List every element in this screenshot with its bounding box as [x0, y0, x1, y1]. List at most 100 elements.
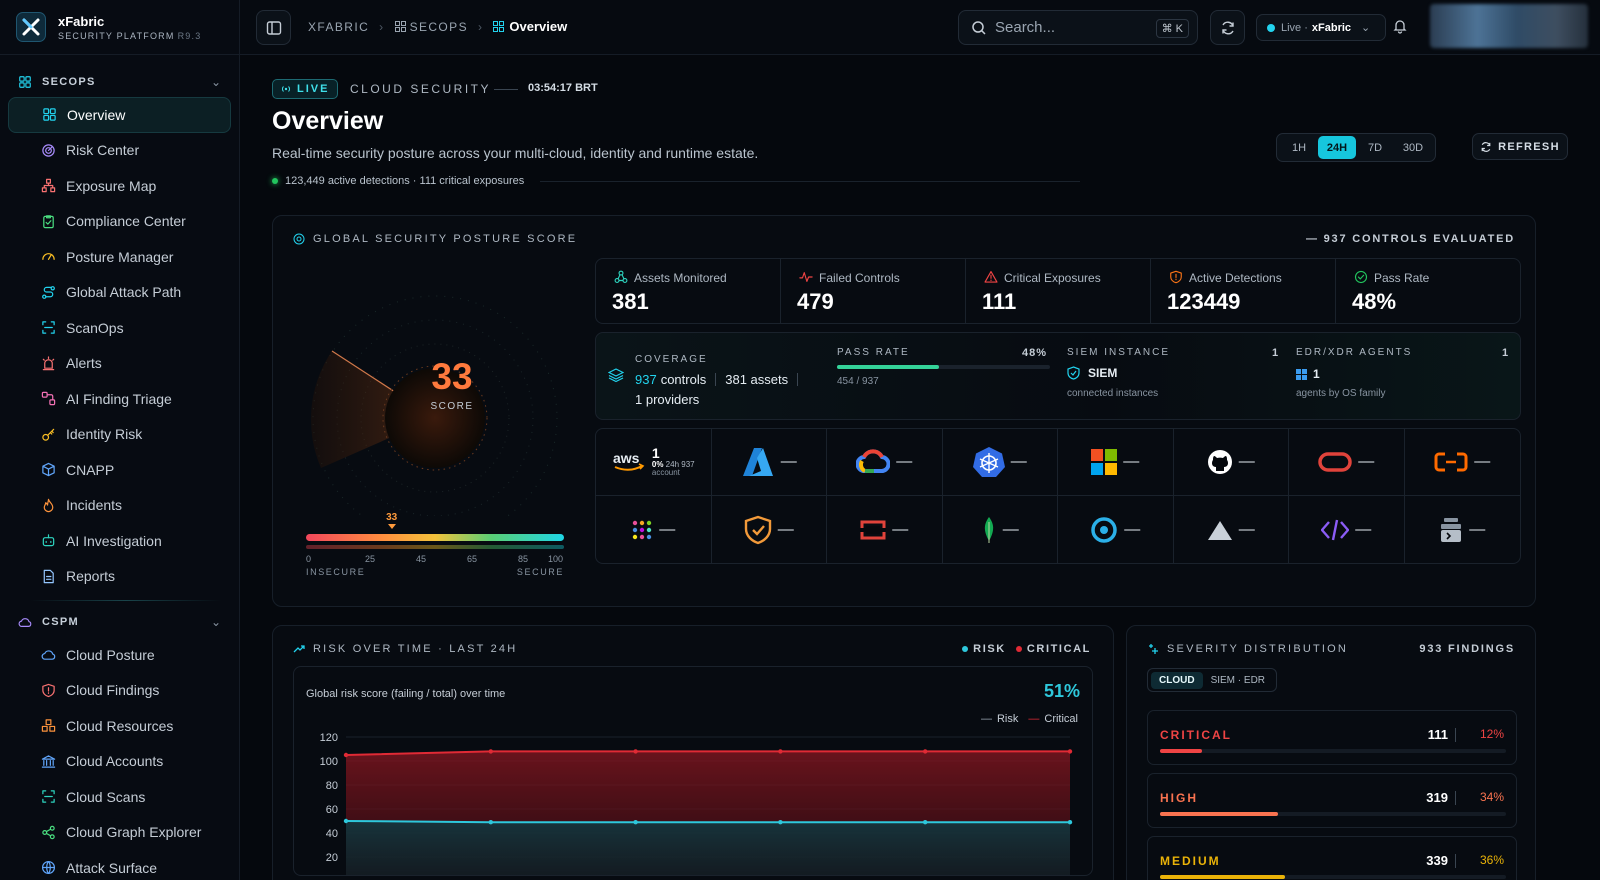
divider	[1455, 791, 1456, 805]
provider-github[interactable]: —	[1173, 429, 1289, 496]
provider-alibaba[interactable]: —	[1404, 429, 1520, 496]
sidebar-item-cloud-graph-explorer[interactable]: Cloud Graph Explorer	[0, 815, 239, 851]
sidebar-item-cloud-posture[interactable]: Cloud Posture	[0, 637, 239, 673]
stat-card-failed-controls[interactable]: Failed Controls 479	[781, 259, 966, 323]
posture-panel: GLOBAL SECURITY POSTURE SCORE — 937 CONT…	[272, 215, 1536, 607]
grid-icon	[18, 75, 32, 89]
severity-pct: 36%	[1479, 853, 1504, 867]
provider-mongodb[interactable]: —	[943, 496, 1058, 563]
network-icon	[40, 178, 56, 194]
y-tick-label: 20	[326, 852, 338, 864]
sidebar-item-global-attack-path[interactable]: Global Attack Path	[0, 275, 239, 311]
sidebar-item-cloud-scans[interactable]: Cloud Scans	[0, 779, 239, 815]
sidebar-item-cloud-findings[interactable]: Cloud Findings	[0, 673, 239, 709]
provider-dots[interactable]: —	[596, 496, 712, 563]
sidebar-item-attack-surface[interactable]: Attack Surface	[0, 850, 239, 880]
severity-row-medium[interactable]: MEDIUM 339 36%	[1147, 836, 1517, 880]
check-circle-icon	[1354, 270, 1368, 284]
y-tick-label: 60	[326, 804, 338, 816]
severity-track	[1160, 812, 1506, 816]
severity-row-high[interactable]: HIGH 319 34%	[1147, 773, 1517, 828]
sidebar-item-risk-center[interactable]: Risk Center	[0, 133, 239, 169]
aws-unit: account	[651, 468, 680, 478]
provider-code[interactable]: —	[1289, 496, 1405, 563]
sidebar-item-cnapp[interactable]: CNAPP	[0, 452, 239, 488]
provider-terminal[interactable]: —	[1405, 496, 1521, 563]
search-input[interactable]: Search... ⌘ K	[958, 10, 1198, 45]
provider-ibm[interactable]: —	[827, 496, 943, 563]
user-avatar[interactable]	[1430, 4, 1588, 48]
nav-section-label: CSPM	[42, 616, 79, 628]
breadcrumb-xfabric[interactable]: XFABRIC	[308, 20, 369, 34]
provider-kubernetes[interactable]: —	[942, 429, 1058, 496]
provider-dash: —	[1358, 453, 1375, 470]
provider-dash: —	[659, 520, 676, 538]
sidebar-item-label: Compliance Center	[66, 213, 186, 230]
refresh-button[interactable]: REFRESH	[1472, 133, 1568, 160]
microsoft-icon	[1091, 449, 1118, 475]
sidebar-item-scanops[interactable]: ScanOps	[0, 310, 239, 346]
sidebar-item-identity-risk[interactable]: Identity Risk	[0, 417, 239, 453]
risk-point	[1067, 820, 1073, 825]
brand[interactable]: xFabric SECURITY PLATFORM R9.3	[0, 0, 239, 55]
range-1h[interactable]: 1H	[1280, 136, 1318, 159]
sidebar-toggle-button[interactable]	[256, 10, 291, 45]
y-tick-label: 80	[326, 780, 338, 792]
risk-chart-card: Global risk score (failing / total) over…	[293, 666, 1093, 876]
tab-siem-edr[interactable]: SIEM · EDR	[1203, 672, 1273, 689]
severity-name: HIGH	[1160, 791, 1198, 805]
sidebar-item-label: Attack Surface	[66, 859, 158, 876]
nodes-icon	[614, 270, 628, 284]
provider-azure[interactable]: —	[711, 429, 827, 496]
provider-gcp[interactable]: —	[827, 429, 943, 496]
tab-cloud[interactable]: CLOUD	[1151, 671, 1203, 689]
sidebar-item-cloud-accounts[interactable]: Cloud Accounts	[0, 744, 239, 780]
breadcrumb-current: Overview	[509, 19, 568, 34]
stat-card-pass-rate[interactable]: Pass Rate 48%	[1336, 259, 1520, 323]
provider-target[interactable]: —	[1058, 496, 1174, 563]
shield-badge-icon	[744, 515, 772, 545]
breadcrumb-secops[interactable]: SECOPS	[410, 20, 468, 34]
stat-card-assets-monitored[interactable]: Assets Monitored 381	[596, 259, 781, 323]
status-dot	[272, 178, 278, 184]
workflow-icon	[40, 391, 56, 407]
sidebar-item-compliance-center[interactable]: Compliance Center	[0, 204, 239, 240]
provider-vercel[interactable]: —	[1174, 496, 1289, 563]
tenant-selector[interactable]: Live · xFabric ⌄	[1256, 14, 1386, 41]
divider	[540, 181, 1080, 182]
nav-section-secops[interactable]: SECOPS ⌄	[0, 67, 239, 97]
breadcrumb: XFABRIC › SECOPS › Overview	[308, 19, 567, 34]
provider-aws[interactable]: aws 1 0% 24h 937 account	[596, 429, 712, 496]
severity-pct: 34%	[1479, 790, 1504, 804]
severity-row-critical[interactable]: CRITICAL 111 12%	[1147, 710, 1517, 765]
sidebar-item-alerts[interactable]: Alerts	[0, 346, 239, 382]
provider-microsoft[interactable]: —	[1058, 429, 1174, 496]
share-icon	[40, 824, 56, 840]
topbar: XFABRIC › SECOPS › Overview Search... ⌘ …	[240, 0, 1600, 55]
sync-button[interactable]	[1210, 10, 1245, 45]
sidebar-item-label: AI Investigation	[66, 532, 162, 549]
coverage-card: COVERAGE 937 controls 381 assets 1 provi…	[595, 332, 1521, 420]
bell-icon[interactable]	[1392, 18, 1408, 37]
sidebar-item-reports[interactable]: Reports	[0, 559, 239, 595]
provider-oracle[interactable]: —	[1289, 429, 1405, 496]
time-range-selector: 1H 24H 7D 30D	[1276, 133, 1436, 162]
range-24h[interactable]: 24H	[1318, 136, 1356, 159]
provider-shield[interactable]: —	[712, 496, 827, 563]
sidebar-item-ai-investigation[interactable]: AI Investigation	[0, 523, 239, 559]
sidebar-item-exposure-map[interactable]: Exposure Map	[0, 168, 239, 204]
range-7d[interactable]: 7D	[1356, 136, 1394, 159]
stat-card-critical-exposures[interactable]: Critical Exposures 111	[966, 259, 1151, 323]
key-icon	[40, 426, 56, 442]
gcp-icon	[856, 449, 891, 475]
sidebar-item-incidents[interactable]: Incidents	[0, 488, 239, 524]
sidebar-item-ai-finding-triage[interactable]: AI Finding Triage	[0, 381, 239, 417]
sidebar-item-overview[interactable]: Overview	[8, 97, 231, 133]
range-30d[interactable]: 30D	[1394, 136, 1432, 159]
sidebar-item-cloud-resources[interactable]: Cloud Resources	[0, 708, 239, 744]
route-icon	[40, 284, 56, 300]
sidebar-item-posture-manager[interactable]: Posture Manager	[0, 239, 239, 275]
provider-dash: —	[896, 453, 913, 470]
stat-card-active-detections[interactable]: Active Detections 123449	[1151, 259, 1336, 323]
nav-section-cspm[interactable]: CSPM ⌄	[0, 607, 239, 637]
